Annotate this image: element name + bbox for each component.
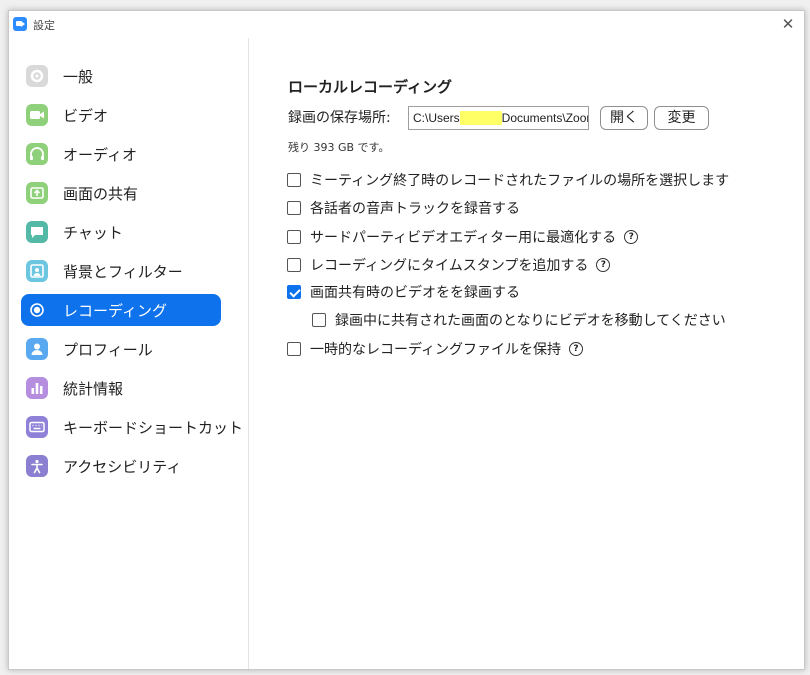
sidebar-item-label: オーディオ xyxy=(63,145,137,164)
sidebar-item-general[interactable]: 一般 xyxy=(21,60,221,92)
close-button[interactable]: ✕ xyxy=(776,13,800,35)
checkbox-checked[interactable] xyxy=(287,285,301,299)
accessibility-icon xyxy=(26,455,48,477)
sidebar-item-profile[interactable]: プロフィール xyxy=(21,333,221,365)
sidebar-item-statistics[interactable]: 統計情報 xyxy=(21,372,221,404)
option-optimize-third-party-editor[interactable]: サードパーティビデオエディター用に最適化する ? xyxy=(287,226,639,248)
settings-sidebar: 一般 ビデオ オーディオ 画面の共有 チャット 背景とフィルター レコーディング… xyxy=(9,38,249,669)
option-label: 一時的なレコーディングファイルを保持 xyxy=(310,342,562,358)
option-record-video-during-share[interactable]: 画面共有時のビデオをを録画する xyxy=(287,281,520,303)
sidebar-item-label: 一般 xyxy=(63,67,94,86)
option-label: 画面共有時のビデオをを録画する xyxy=(310,285,520,301)
window-title: 設定 xyxy=(33,19,55,32)
headphones-icon xyxy=(26,143,48,165)
section-title: ローカルレコーディング xyxy=(288,78,452,96)
sidebar-item-label: レコーディング xyxy=(63,301,167,320)
gear-icon xyxy=(26,65,48,87)
sidebar-item-label: チャット xyxy=(63,223,123,242)
sidebar-item-label: 画面の共有 xyxy=(63,184,139,203)
free-space-text: 残り 393 GB です。 xyxy=(288,141,390,154)
redacted-username: xxxxxxx xyxy=(459,111,502,125)
checkbox[interactable] xyxy=(287,230,301,244)
sidebar-item-label: 統計情報 xyxy=(63,379,124,398)
sidebar-item-video[interactable]: ビデオ xyxy=(21,99,221,131)
option-label: サードパーティビデオエディター用に最適化する xyxy=(310,230,617,246)
option-choose-location-after-meeting[interactable]: ミーティング終了時のレコードされたファイルの場所を選択します xyxy=(287,169,729,191)
help-icon[interactable]: ? xyxy=(624,230,639,244)
sidebar-item-chat[interactable]: チャット xyxy=(21,216,221,248)
profile-icon xyxy=(26,338,48,360)
save-location-field[interactable]: C:\UsersxxxxxxxDocuments\Zoom xyxy=(408,106,589,130)
save-location-label: 録画の保存場所: xyxy=(288,110,391,126)
option-move-video-next-to-share[interactable]: 録画中に共有された画面のとなりにビデオを移動してください xyxy=(312,309,726,331)
option-record-separate-audio[interactable]: 各話者の音声トラックを録音する xyxy=(287,197,520,219)
checkbox[interactable] xyxy=(287,258,301,272)
settings-window: 設定 ✕ 一般 ビデオ オーディオ 画面の共有 チャット 背景とフィルター レコ… xyxy=(8,10,805,670)
help-icon[interactable]: ? xyxy=(596,258,611,272)
zoom-app-icon xyxy=(13,17,27,31)
checkbox[interactable] xyxy=(287,173,301,187)
title-bar: 設定 ✕ xyxy=(9,11,804,38)
path-suffix: Documents\Zoom xyxy=(501,111,589,125)
checkbox[interactable] xyxy=(312,313,326,327)
bar-chart-icon xyxy=(26,377,48,399)
sidebar-item-share-screen[interactable]: 画面の共有 xyxy=(21,177,221,209)
sidebar-item-label: プロフィール xyxy=(63,340,153,359)
option-label: ミーティング終了時のレコードされたファイルの場所を選択します xyxy=(310,173,730,189)
background-person-icon xyxy=(26,260,48,282)
recording-settings-panel: ローカルレコーディング 録画の保存場所: C:\UsersxxxxxxxDocu… xyxy=(250,38,804,669)
option-label: 録画中に共有された画面のとなりにビデオを移動してください xyxy=(335,313,726,329)
sidebar-item-recording[interactable]: レコーディング xyxy=(21,294,221,326)
sidebar-item-accessibility[interactable]: アクセシビリティ xyxy=(21,450,221,482)
option-label: レコーディングにタイムスタンプを追加する xyxy=(310,258,589,274)
sidebar-item-label: ビデオ xyxy=(63,106,109,125)
option-add-timestamp[interactable]: レコーディングにタイムスタンプを追加する ? xyxy=(287,254,611,276)
option-label: 各話者の音声トラックを録音する xyxy=(310,201,520,217)
record-icon xyxy=(26,299,48,321)
sidebar-item-label: 背景とフィルター xyxy=(63,262,183,281)
share-screen-icon xyxy=(26,182,48,204)
open-folder-button[interactable]: 開く xyxy=(600,106,648,130)
option-keep-temp-files[interactable]: 一時的なレコーディングファイルを保持 ? xyxy=(287,338,584,360)
video-camera-icon xyxy=(26,104,48,126)
help-icon[interactable]: ? xyxy=(569,342,584,356)
sidebar-item-label: アクセシビリティ xyxy=(63,457,182,476)
sidebar-item-audio[interactable]: オーディオ xyxy=(21,138,221,170)
sidebar-item-background-filters[interactable]: 背景とフィルター xyxy=(21,255,221,287)
sidebar-item-label: キーボードショートカット xyxy=(63,418,244,437)
checkbox[interactable] xyxy=(287,342,301,356)
sidebar-item-keyboard-shortcuts[interactable]: キーボードショートカット xyxy=(21,411,243,443)
chat-bubble-icon xyxy=(26,221,48,243)
change-folder-button[interactable]: 変更 xyxy=(654,106,709,130)
keyboard-icon xyxy=(26,416,48,438)
path-prefix: C:\Users xyxy=(413,111,460,125)
checkbox[interactable] xyxy=(287,201,301,215)
